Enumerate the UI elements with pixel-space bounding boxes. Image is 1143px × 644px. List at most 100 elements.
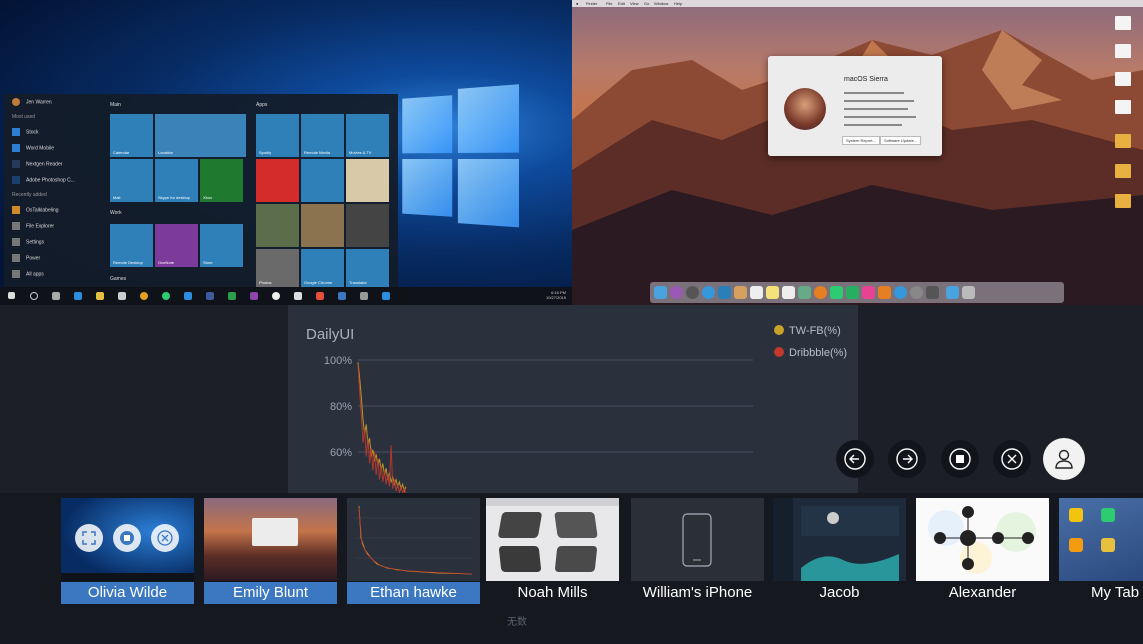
contacts-icon[interactable] [734,286,747,299]
stop-button[interactable] [941,440,979,478]
profile-button[interactable] [1043,438,1085,480]
desktop-folder-icon[interactable] [1115,134,1131,148]
expand-button[interactable] [75,524,103,552]
forward-button[interactable] [888,440,926,478]
tile-flipboard[interactable] [256,159,299,202]
calendar-icon[interactable] [750,286,763,299]
start-item[interactable]: OsTalklabeling [4,202,104,218]
start-item[interactable]: Adobe Photoshop C... [4,172,104,188]
device-card[interactable]: Emily Blunt [204,498,337,606]
stop-button[interactable] [113,524,141,552]
tile-calendar[interactable]: Calendar [110,114,153,157]
folder-icon[interactable] [96,292,104,300]
device-card[interactable]: My Tab [1059,498,1143,606]
app-icon[interactable] [316,292,324,300]
twitter-icon[interactable] [184,292,192,300]
tile-xbox[interactable]: Xbox [200,159,243,202]
back-button[interactable] [836,440,874,478]
tile-movies[interactable]: Movies & TV [346,114,389,157]
app-icon[interactable] [250,292,258,300]
tile-calculator[interactable] [301,159,344,202]
menu-finder[interactable]: Finder [586,1,597,6]
start-item[interactable]: Stock [4,124,104,140]
start-item[interactable]: Nextgen Reader [4,156,104,172]
mail-icon[interactable] [718,286,731,299]
start-item[interactable]: Settings [4,234,104,250]
tile-location[interactable]: Location [155,114,246,157]
siri-icon[interactable] [670,286,683,299]
close-button[interactable] [993,440,1031,478]
user-name[interactable]: Jen Warren [4,94,104,110]
edge-icon[interactable] [74,292,82,300]
apple-icon[interactable]: ● [576,1,578,6]
mac-screen[interactable]: ● Finder File Edit View Go Window Help m… [572,0,1143,305]
app-icon[interactable] [360,292,368,300]
start-item[interactable]: File Explorer [4,218,104,234]
desktop-folder-icon[interactable] [1115,164,1131,178]
trash-icon[interactable] [962,286,975,299]
menu-edit[interactable]: Edit [618,1,625,6]
desktop-file-icon[interactable] [1115,44,1131,58]
tile-mail[interactable]: Mail [110,159,153,202]
tile-onenote[interactable]: OneNote [155,224,198,267]
tile-photo[interactable] [301,204,344,247]
mail-icon[interactable] [294,292,302,300]
tile-skype[interactable]: Skype for desktop [155,159,198,202]
itunes-icon[interactable] [862,286,875,299]
device-card[interactable]: Noah Mills [486,498,619,606]
xbox-icon[interactable] [272,292,280,300]
start-item[interactable]: All apps [4,266,104,282]
close-button[interactable] [151,524,179,552]
photos-icon[interactable] [814,286,827,299]
app-icon[interactable] [926,286,939,299]
menu-go[interactable]: Go [644,1,649,6]
tile-food[interactable] [346,159,389,202]
tile-translator[interactable]: Translator [346,249,389,287]
desktop-file-icon[interactable] [1115,100,1131,114]
facetime-icon[interactable] [846,286,859,299]
device-card[interactable]: Olivia Wilde [61,498,194,606]
app-icon[interactable] [228,292,236,300]
about-this-mac-window[interactable]: macOS Sierra System Report... Software U… [768,56,942,156]
preferences-icon[interactable] [910,286,923,299]
downloads-folder-icon[interactable] [946,286,959,299]
maps-icon[interactable] [798,286,811,299]
launchpad-icon[interactable] [686,286,699,299]
app-icon[interactable] [338,292,346,300]
start-item[interactable]: Word Mobile [4,140,104,156]
system-report-button[interactable]: System Report... [842,136,880,145]
tile-photos[interactable]: Photos [256,249,299,287]
safari-icon[interactable] [702,286,715,299]
menu-file[interactable]: File [606,1,612,6]
tile-store[interactable]: Store [200,224,243,267]
desktop-file-icon[interactable] [1115,16,1131,30]
ibooks-icon[interactable] [878,286,891,299]
tile-remote-media[interactable]: Remote Media [301,114,344,157]
spotify-icon[interactable] [162,292,170,300]
device-card[interactable]: Jacob [773,498,906,606]
cortana-icon[interactable] [30,292,38,300]
menu-window[interactable]: Window [654,1,668,6]
tile-remote-desktop[interactable]: Remote Desktop [110,224,153,267]
device-card[interactable]: Ethan hawke [347,498,480,606]
desktop-folder-icon[interactable] [1115,194,1131,208]
menu-help[interactable]: Help [674,1,682,6]
tile-chrome[interactable]: Google Chrome [301,249,344,287]
device-card[interactable]: Alexander [916,498,1049,606]
start-item[interactable]: Power [4,250,104,266]
app-icon[interactable] [382,292,390,300]
device-card[interactable]: William's iPhone [631,498,764,606]
tile-photo[interactable] [256,204,299,247]
software-update-button[interactable]: Software Update... [880,136,922,145]
chrome-icon[interactable] [140,292,148,300]
taskbar-clock[interactable]: 6:18 PM 10/27/2015 [546,290,566,300]
tile-spotify[interactable]: Spotify [256,114,299,157]
task-view-icon[interactable] [52,292,60,300]
desktop-file-icon[interactable] [1115,72,1131,86]
windows-start-icon[interactable] [8,292,15,299]
menu-view[interactable]: View [630,1,639,6]
finder-icon[interactable] [654,286,667,299]
tile-news[interactable] [346,204,389,247]
notes-icon[interactable] [766,286,779,299]
messages-icon[interactable] [830,286,843,299]
